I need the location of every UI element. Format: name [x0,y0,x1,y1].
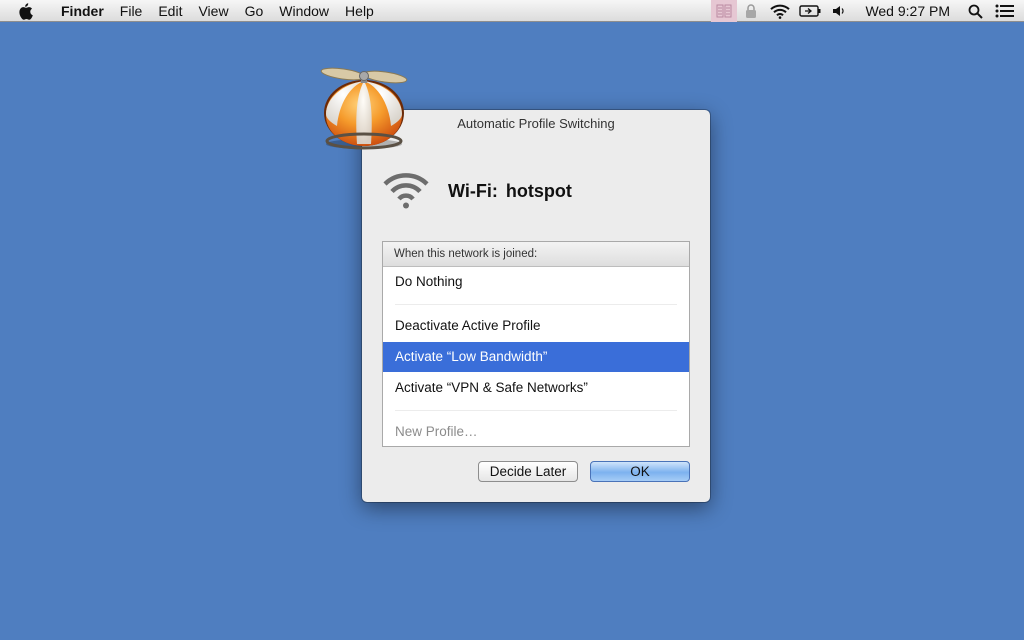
apple-menu-icon[interactable] [17,2,39,20]
volume-icon[interactable] [825,0,853,22]
spotlight-search-icon[interactable] [964,0,986,22]
menu-clock[interactable]: Wed 9:27 PM [853,0,964,22]
profile-switch-icon[interactable] [711,0,738,22]
menu-view[interactable]: View [190,0,236,22]
option-new-profile[interactable]: New Profile… [383,417,689,447]
wifi-network-icon [382,172,430,210]
wifi-icon[interactable] [765,0,795,22]
network-type-label: Wi-Fi: [448,181,498,201]
menu-window[interactable]: Window [271,0,337,22]
lock-icon[interactable] [737,0,765,22]
network-name: hotspot [505,181,572,201]
menu-finder[interactable]: Finder [53,0,112,22]
menu-help[interactable]: Help [337,0,382,22]
list-header: When this network is joined: [383,242,689,267]
battery-icon[interactable] [795,0,825,22]
option-activate-vpn-safe-networks[interactable]: Activate “VPN & Safe Networks” [383,373,689,403]
ok-button[interactable]: OK [590,461,690,482]
option-do-nothing[interactable]: Do Nothing [383,267,689,297]
list-separator [395,410,677,411]
menu-bar: Finder File Edit View Go Window Help Wed… [0,0,1024,22]
menu-edit[interactable]: Edit [150,0,190,22]
notification-list-icon[interactable] [986,0,1024,22]
network-heading: Wi-Fi: hotspot [448,181,572,202]
list-separator [395,304,677,305]
option-deactivate-profile[interactable]: Deactivate Active Profile [383,311,689,341]
beanie-app-icon [317,64,411,152]
option-activate-low-bandwidth[interactable]: Activate “Low Bandwidth” [383,342,689,372]
dialog-title: Automatic Profile Switching [457,116,615,131]
menu-go[interactable]: Go [237,0,272,22]
action-list: When this network is joined: Do Nothing … [382,241,690,447]
decide-later-button[interactable]: Decide Later [478,461,578,482]
menu-file[interactable]: File [112,0,151,22]
